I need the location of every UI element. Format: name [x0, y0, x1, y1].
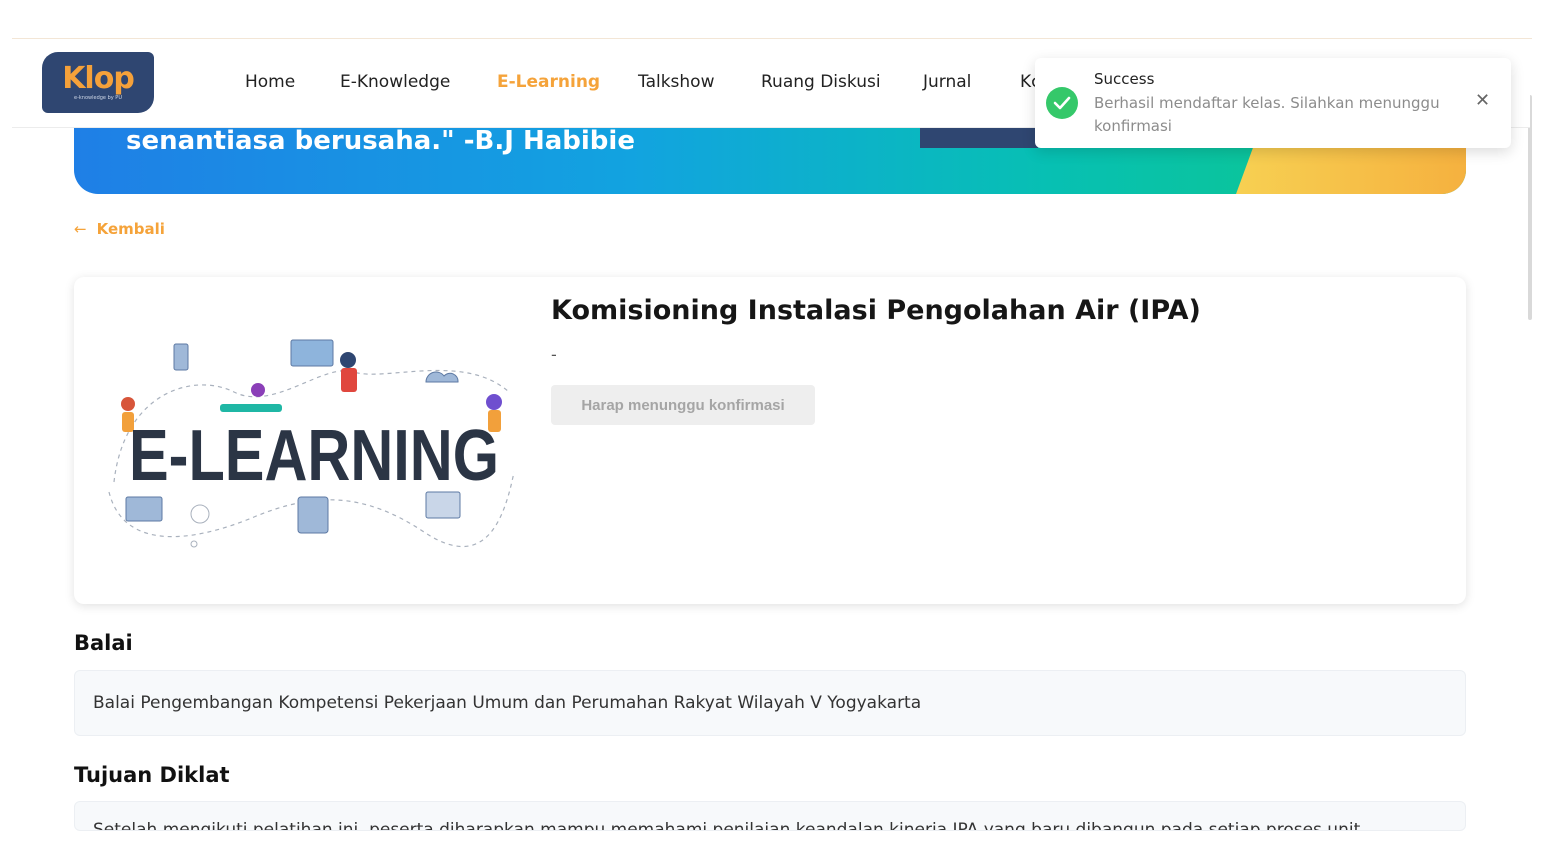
scrollbar-thumb[interactable] — [1528, 95, 1532, 320]
check-circle-icon — [1046, 87, 1078, 119]
nav-e-knowledge[interactable]: E-Knowledge — [340, 72, 450, 92]
course-title: Komisioning Instalasi Pengolahan Air (IP… — [551, 295, 1201, 326]
nav-e-learning[interactable]: E-Learning — [497, 72, 600, 92]
nav-jurnal[interactable]: Jurnal — [923, 72, 971, 92]
nav-home[interactable]: Home — [245, 72, 295, 92]
nav-ruang-diskusi[interactable]: Ruang Diskusi — [761, 72, 881, 92]
nav-talkshow[interactable]: Talkshow — [638, 72, 715, 92]
toast-message: Berhasil mendaftar kelas. Silahkan menun… — [1094, 94, 1440, 135]
tujuan-diklat-content: Setelah mengikuti pelatihan ini, peserta… — [93, 820, 1361, 831]
e-learning-illustration: E-LEARNING — [108, 339, 515, 548]
tujuan-diklat-box: Setelah mengikuti pelatihan ini, peserta… — [74, 801, 1466, 831]
klop-logo[interactable]: Klop e-knowledge by PU — [42, 52, 154, 113]
logo-text: Klop — [62, 61, 135, 96]
back-link-label: Kembali — [96, 220, 165, 238]
waiting-confirmation-button[interactable]: Harap menunggu konfirmasi — [551, 385, 815, 425]
balai-box: Balai Pengembangan Kompetensi Pekerjaan … — [74, 670, 1466, 736]
illustration-text: E-LEARNING — [129, 416, 499, 496]
arrow-left-icon: ← — [74, 220, 87, 238]
close-icon[interactable]: ✕ — [1475, 90, 1490, 111]
section-title-tujuan-diklat: Tujuan Diklat — [74, 763, 230, 787]
back-link[interactable]: ← Kembali — [74, 220, 165, 238]
success-toast: Success Berhasil mendaftar kelas. Silahk… — [1035, 58, 1511, 148]
banner-quote: senantiasa berusaha." -B.J Habibie — [126, 126, 635, 156]
section-title-balai: Balai — [74, 631, 133, 655]
course-card: E-LEARNING Komisioning Instalasi Pengola… — [74, 277, 1466, 604]
logo-tagline: e-knowledge by PU — [74, 95, 122, 101]
balai-content: Balai Pengembangan Kompetensi Pekerjaan … — [93, 693, 922, 713]
course-subtitle: - — [551, 345, 557, 364]
toast-title: Success — [1094, 70, 1155, 88]
